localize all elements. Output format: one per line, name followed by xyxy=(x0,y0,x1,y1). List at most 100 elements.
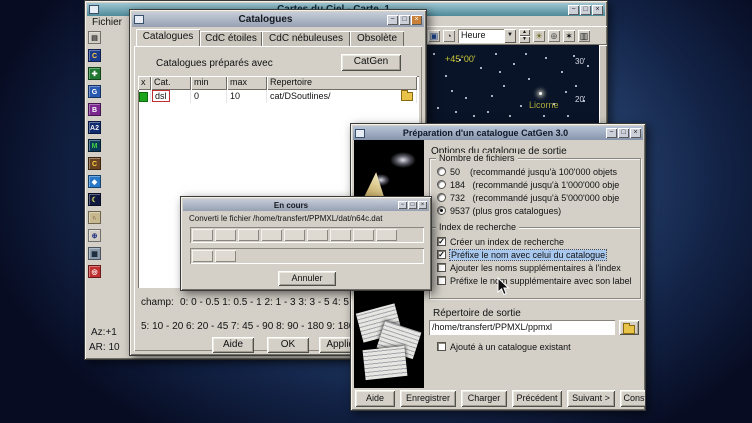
time-step-combobox[interactable]: Heure ▼ xyxy=(458,29,516,43)
progress-segment xyxy=(238,229,259,241)
spin-up-icon[interactable]: ▲ xyxy=(519,29,530,36)
toolbar-icon[interactable]: A2 xyxy=(88,121,101,134)
ok-button[interactable]: OK xyxy=(267,337,309,353)
radio-icon[interactable] xyxy=(437,167,446,176)
append-checkbox-row[interactable]: Ajouté à un catalogue existant xyxy=(435,340,635,353)
star-icon[interactable]: ✶ xyxy=(563,30,575,42)
active-cell[interactable] xyxy=(138,90,151,103)
minimize-icon[interactable]: − xyxy=(568,5,579,15)
spin-down-icon[interactable]: ▼ xyxy=(519,36,530,43)
close-icon[interactable]: × xyxy=(411,15,422,25)
close-icon[interactable]: × xyxy=(418,201,427,209)
browse-button[interactable] xyxy=(619,320,639,335)
radio-icon[interactable] xyxy=(437,193,446,202)
radio-icon[interactable] xyxy=(437,180,446,189)
index-checkbox-row[interactable]: ✓Préfixe le nom avec celui du catalogue xyxy=(435,248,638,261)
col-cat[interactable]: Cat. xyxy=(151,76,191,90)
folder-icon[interactable] xyxy=(401,92,413,101)
tab-cdc-nebuleuses[interactable]: CdC nébuleuses xyxy=(262,31,350,46)
minimize-icon[interactable]: − xyxy=(606,128,617,138)
index-checkbox-row[interactable]: ✓Créer un index de recherche xyxy=(435,235,638,248)
maximize-icon[interactable]: □ xyxy=(408,201,417,209)
close-icon[interactable]: × xyxy=(630,128,641,138)
minimize-icon[interactable]: − xyxy=(387,15,398,25)
prepared-with-label: Catalogues préparés avec xyxy=(156,58,273,69)
checkbox-icon[interactable] xyxy=(437,342,446,351)
checkbox-icon[interactable] xyxy=(437,276,446,285)
catalogues-titlebar[interactable]: Catalogues − □ × xyxy=(132,12,424,27)
aide-button[interactable]: Aide xyxy=(355,390,395,407)
tab-cdc-etoiles[interactable]: CdC étoiles xyxy=(200,31,262,46)
col-max[interactable]: max xyxy=(227,76,267,90)
star-dot xyxy=(565,91,567,93)
col-min[interactable]: min xyxy=(191,76,227,90)
min-cell[interactable]: 0 xyxy=(191,90,227,103)
toolbar-icon[interactable]: ⊕ xyxy=(88,229,101,242)
max-cell[interactable]: 10 xyxy=(227,90,267,103)
dir-cell-value: cat/DSoutlines/ xyxy=(270,91,331,101)
construire-button[interactable]: Construire le xyxy=(620,390,646,407)
chart-mode-icon[interactable]: ▣ xyxy=(428,30,440,42)
minimize-icon[interactable]: − xyxy=(398,201,407,209)
toolbar-icon[interactable]: M xyxy=(88,139,101,152)
charger-button[interactable]: Charger xyxy=(461,390,507,407)
aide-button[interactable]: Aide xyxy=(212,337,254,353)
cat-cell-value[interactable]: dsl xyxy=(152,90,170,102)
tab-catalogues[interactable]: Catalogues xyxy=(136,29,200,46)
menu-fichier[interactable]: Fichier xyxy=(92,17,122,28)
col-repertoire[interactable]: Repertoire xyxy=(267,76,417,90)
toolbar-icon[interactable]: ▦ xyxy=(88,247,101,260)
checkbox-icon[interactable] xyxy=(437,263,446,272)
precedent-button[interactable]: Précédent xyxy=(512,390,562,407)
chevron-down-icon[interactable]: ▼ xyxy=(504,29,516,43)
toolbar-icon[interactable]: C xyxy=(88,157,101,170)
maximize-icon[interactable]: □ xyxy=(399,15,410,25)
time-spinner[interactable]: ▲ ▼ xyxy=(519,29,530,43)
progress-titlebar[interactable]: En cours − □ × xyxy=(183,199,429,211)
index-group-label: Index de recherche xyxy=(436,222,519,232)
progress-segment xyxy=(353,229,374,241)
output-dir-input[interactable]: /home/transfert/PPMXL/ppmxl xyxy=(429,320,615,335)
toolbar-icon[interactable]: G xyxy=(88,85,101,98)
maximize-icon[interactable]: □ xyxy=(580,5,591,15)
star-dot xyxy=(545,57,547,59)
dir-cell[interactable]: cat/DSoutlines/ xyxy=(267,90,417,103)
table-row[interactable]: dsl 0 10 cat/DSoutlines/ xyxy=(138,90,419,103)
file-count-radio-row[interactable]: 732 (recommandé jusqu'à 5'000'000 obje xyxy=(435,191,638,204)
sky-scrollbar[interactable] xyxy=(599,45,607,124)
file-count-radio-row[interactable]: 184 (recommandé jusqu'à 1'000'000 obje xyxy=(435,178,638,191)
suivant-button[interactable]: Suivant > xyxy=(567,390,615,407)
earth-icon[interactable]: ⊕ xyxy=(548,30,560,42)
checkbox-icon[interactable]: ✓ xyxy=(437,237,446,246)
index-checkbox-row[interactable]: Préfixe le nom supplémentaire avec son l… xyxy=(435,274,638,287)
catgen-button[interactable]: CatGen xyxy=(341,54,401,71)
col-x[interactable]: x xyxy=(138,76,151,90)
cat-cell[interactable]: dsl xyxy=(151,90,191,103)
annuler-button[interactable]: Annuler xyxy=(278,271,336,286)
catalogues-title: Catalogues xyxy=(145,14,386,25)
radio-icon[interactable] xyxy=(437,206,446,215)
star-dot xyxy=(528,78,530,80)
tab-obsolete[interactable]: Obsolète xyxy=(350,31,404,46)
file-count-radio-row[interactable]: 9537 (plus gros catalogues) xyxy=(435,204,638,217)
close-icon[interactable]: × xyxy=(592,5,603,15)
toolbar-icon[interactable]: ◎ xyxy=(88,265,101,278)
file-count-radio-row[interactable]: 50 (recommandé jusqu'à 100'000 objets xyxy=(435,165,638,178)
champ-label: champ: xyxy=(141,297,174,308)
toolbar-icon[interactable]: ♄ xyxy=(88,211,101,224)
sun-icon[interactable]: ☀ xyxy=(533,30,545,42)
index-checkbox-row[interactable]: Ajouter les noms supplémentaires à l'ind… xyxy=(435,261,638,274)
grid-icon[interactable]: ▥ xyxy=(578,30,590,42)
toolbar-icon[interactable]: ▤ xyxy=(88,31,101,44)
sky-chart[interactable]: +45°00' Licorne 30' 20' xyxy=(425,45,599,124)
checkbox-icon[interactable]: ✓ xyxy=(437,250,446,259)
toolbar-icon[interactable]: ✚ xyxy=(88,67,101,80)
maximize-icon[interactable]: □ xyxy=(618,128,629,138)
toolbar-icon[interactable]: C xyxy=(88,49,101,62)
catgen-titlebar[interactable]: Préparation d'un catalogue CatGen 3.0 − … xyxy=(353,126,643,140)
clock-icon[interactable]: ◔ xyxy=(443,30,455,42)
enregistrer-button[interactable]: Enregistrer xyxy=(400,390,456,407)
toolbar-icon[interactable]: B xyxy=(88,103,101,116)
toolbar-icon[interactable]: ◆ xyxy=(88,175,101,188)
toolbar-icon[interactable]: ☾ xyxy=(88,193,101,206)
